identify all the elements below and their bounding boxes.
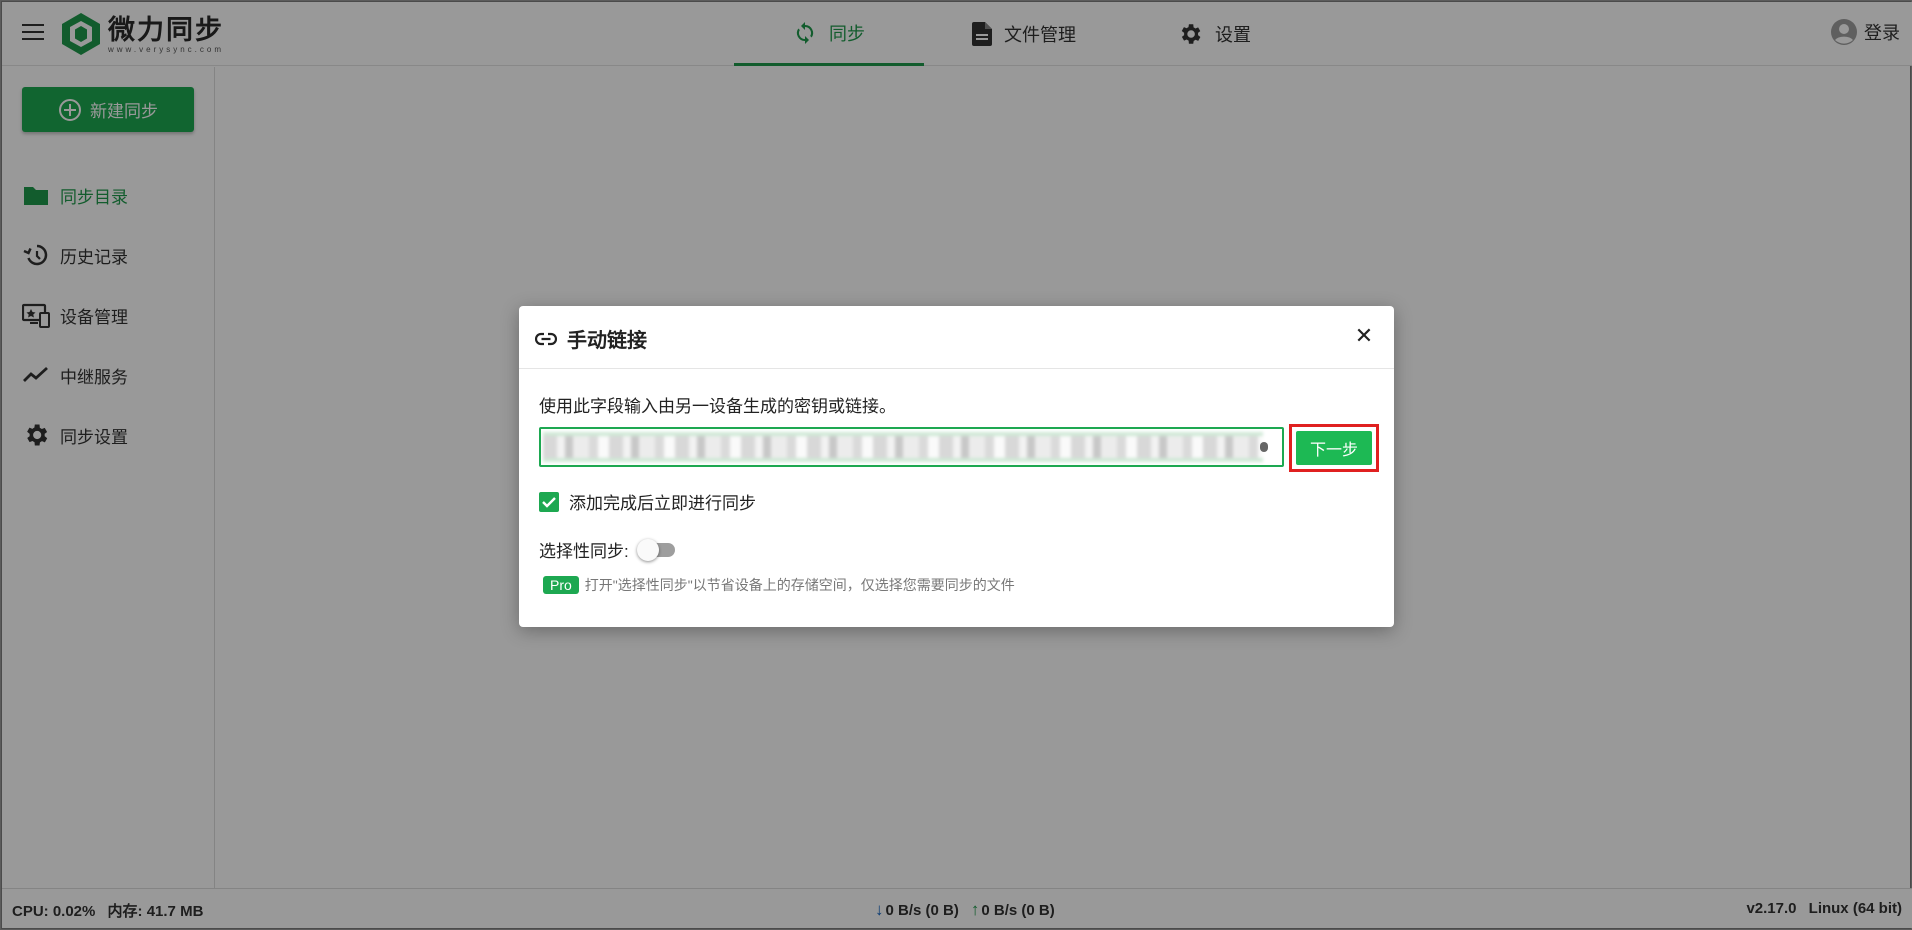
selective-sync-toggle[interactable] [636,538,677,561]
auto-sync-label: 添加完成后立即进行同步 [569,494,756,513]
dialog-hint: 使用此字段输入由另一设备生成的密钥或链接。 [539,397,896,416]
device-key-input[interactable] [539,427,1284,467]
check-icon [542,496,556,508]
manual-link-dialog: 手动链接 ✕ 使用此字段输入由另一设备生成的密钥或链接。 下一步 添加完成后立即… [519,306,1394,627]
selective-sync-option: 选择性同步: [539,537,677,562]
link-icon [535,332,557,345]
redacted-key-value [543,432,1263,462]
dialog-title: 手动链接 [567,330,647,352]
next-button[interactable]: 下一步 [1296,431,1372,465]
pro-hint: 打开"选择性同步"以节省设备上的存储空间，仅选择您需要同步的文件 [584,577,1015,593]
pro-badge: Pro [543,576,579,594]
auto-sync-checkbox[interactable] [539,491,559,512]
auto-sync-option[interactable]: 添加完成后立即进行同步 [539,489,756,514]
close-icon[interactable]: ✕ [1352,324,1376,348]
input-end-marker [1260,442,1268,452]
pro-hint-row: Pro 打开"选择性同步"以节省设备上的存储空间，仅选择您需要同步的文件 [543,575,1015,595]
highlight-box: 下一步 [1289,424,1379,472]
selective-sync-label: 选择性同步: [539,542,629,561]
